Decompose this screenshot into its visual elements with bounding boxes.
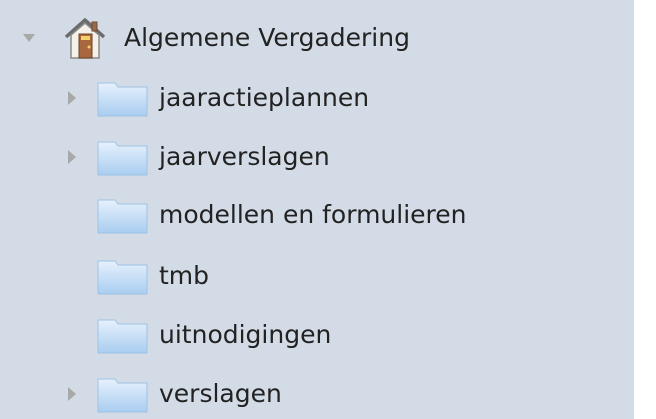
tree-item-tmb[interactable]: tmb: [0, 251, 634, 301]
expand-arrow-icon[interactable]: [68, 150, 76, 164]
tree-item-jaarverslagen[interactable]: jaarverslagen: [0, 132, 634, 182]
tree-item-verslagen[interactable]: verslagen: [0, 369, 634, 419]
folder-icon: [97, 199, 148, 234]
tree-item-uitnodigingen[interactable]: uitnodigingen: [0, 310, 634, 360]
expand-arrow-icon[interactable]: [68, 91, 76, 105]
home-icon: [64, 18, 106, 59]
folder-icon: [97, 141, 148, 176]
tree-root-node[interactable]: Algemene Vergadering: [0, 14, 634, 64]
tree-item-modellen-en-formulieren[interactable]: modellen en formulieren: [0, 190, 634, 240]
folder-icon: [97, 378, 148, 413]
expand-arrow-icon[interactable]: [68, 387, 76, 401]
tree-item-label: verslagen: [159, 379, 282, 408]
tree-item-label: modellen en formulieren: [159, 200, 467, 229]
tree-root-label: Algemene Vergadering: [124, 23, 410, 52]
tree-item-jaaractieplannen[interactable]: jaaractieplannen: [0, 73, 634, 123]
collapse-arrow-icon[interactable]: [23, 34, 35, 42]
tree-item-label: jaaractieplannen: [159, 83, 370, 112]
tree-item-label: jaarverslagen: [159, 142, 330, 171]
folder-tree: Algemene Vergadering jaaractieplannen ja…: [0, 0, 634, 419]
tree-item-label: tmb: [159, 261, 210, 290]
folder-icon: [97, 319, 148, 354]
tree-item-label: uitnodigingen: [159, 320, 332, 349]
folder-icon: [97, 260, 148, 295]
folder-icon: [97, 82, 148, 117]
